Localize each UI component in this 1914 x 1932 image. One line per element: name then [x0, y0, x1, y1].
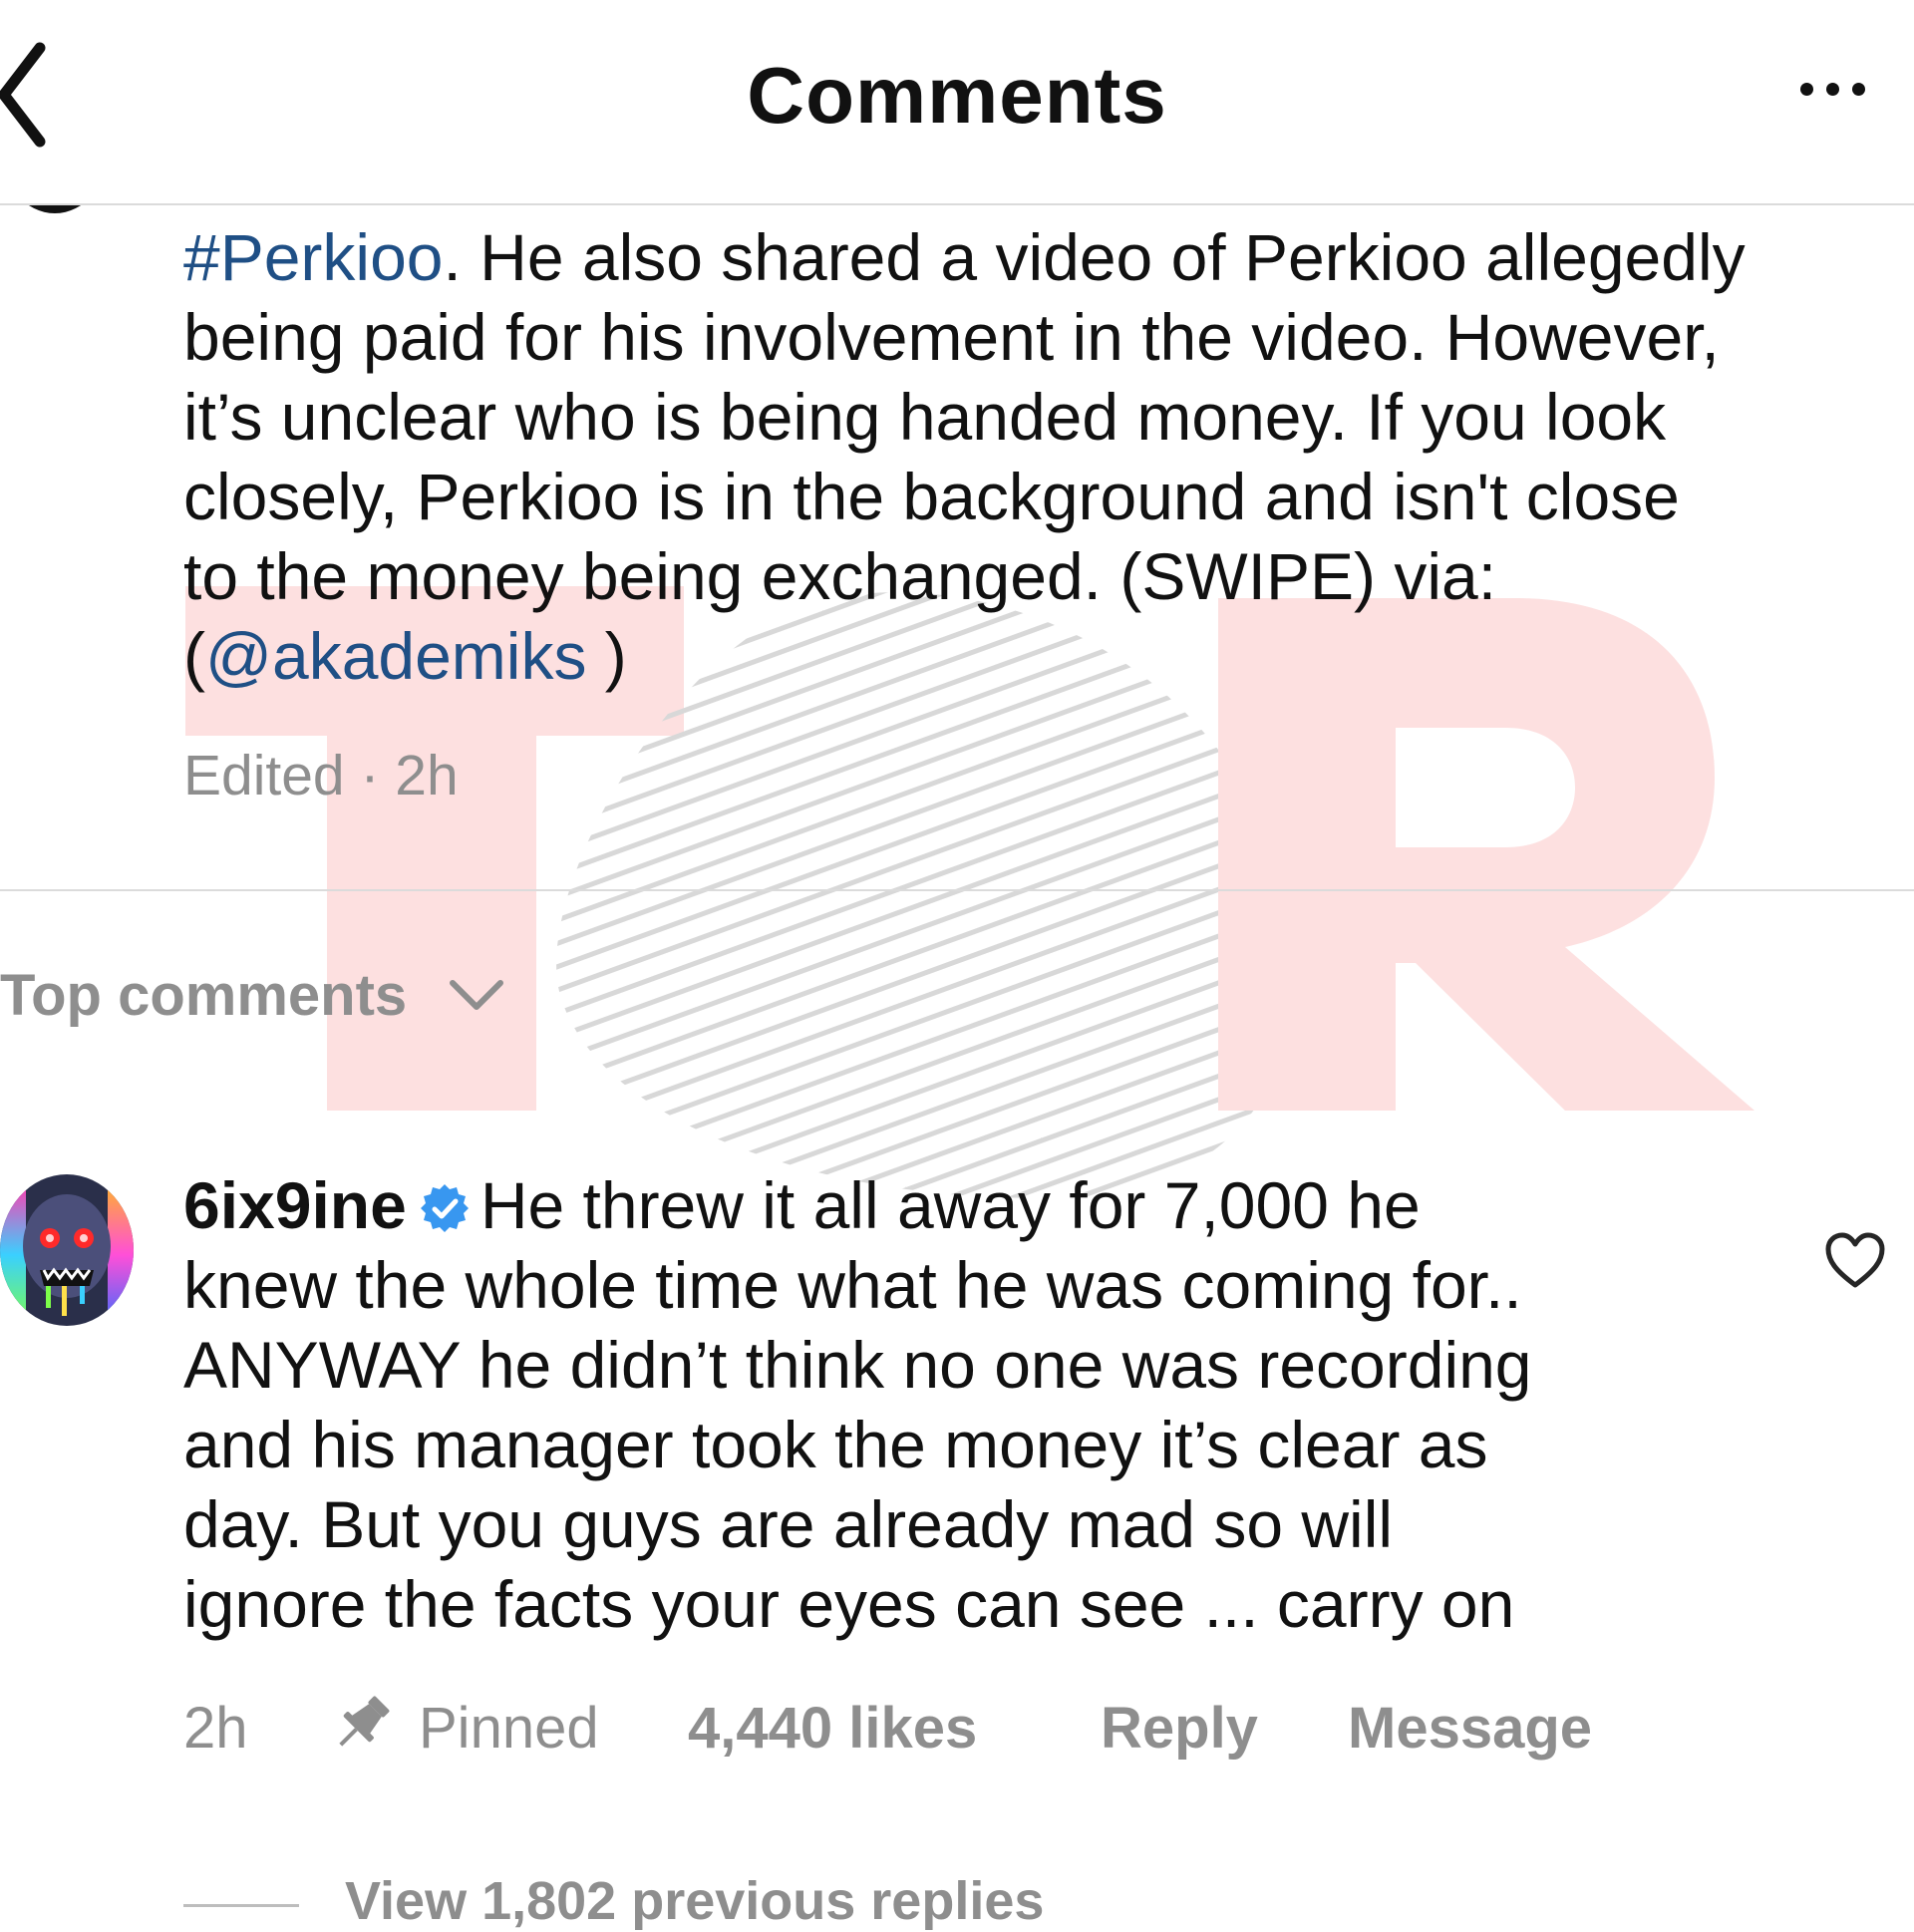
- sort-label: Top comments: [0, 962, 408, 1028]
- replies-divider: [183, 1904, 299, 1907]
- like-button[interactable]: [1824, 1231, 1886, 1289]
- reply-button[interactable]: Reply: [1101, 1695, 1258, 1762]
- hashtag-link[interactable]: #Perkioo: [183, 220, 444, 294]
- more-options-button[interactable]: [1794, 78, 1874, 108]
- comment-text: 6ix9ine He threw it all away for 7,000 h…: [183, 1168, 1532, 1641]
- comments-header: Comments: [0, 0, 1914, 205]
- post-caption: #Perkioo. He also shared a video of Perk…: [183, 220, 1746, 693]
- comment-timestamp: 2h: [183, 1696, 248, 1761]
- mention-link[interactable]: @akademiks: [205, 619, 586, 693]
- avatar[interactable]: [0, 1174, 134, 1326]
- pin-icon: [339, 1696, 390, 1747]
- view-replies-button[interactable]: View 1,802 previous replies: [345, 1870, 1044, 1932]
- verified-badge-icon: [420, 1184, 469, 1232]
- pinned-label: Pinned: [419, 1696, 599, 1761]
- avatar-image: [0, 1174, 134, 1326]
- comment-username[interactable]: 6ix9ine: [183, 1168, 407, 1242]
- likes-count[interactable]: 4,440 likes: [688, 1695, 977, 1762]
- sort-dropdown[interactable]: Top comments: [0, 955, 506, 1035]
- caption-timestamp: Edited · 2h: [183, 744, 459, 807]
- heart-icon: [1825, 1232, 1885, 1288]
- ellipsis-icon: [1800, 83, 1813, 96]
- divider: [0, 889, 1914, 891]
- chevron-down-icon: [450, 980, 504, 1010]
- message-button[interactable]: Message: [1348, 1695, 1592, 1762]
- page-title: Comments: [747, 51, 1167, 140]
